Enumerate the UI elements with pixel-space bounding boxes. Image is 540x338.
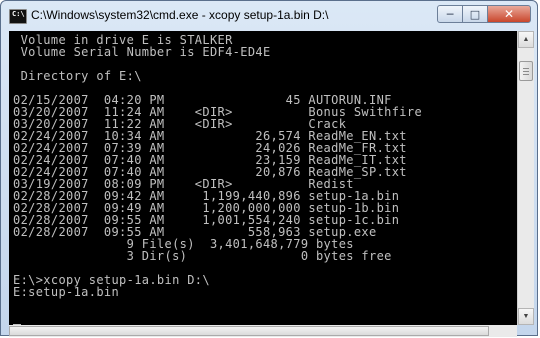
horizontal-scroll-thumb[interactable] — [9, 326, 489, 336]
scroll-down-button[interactable]: ▼ — [518, 308, 534, 325]
cmd-window: C:\ C:\Windows\system32\cmd.exe - xcopy … — [0, 0, 538, 337]
close-button[interactable]: ✕ — [487, 5, 531, 23]
console-text: Volume in drive E is STALKER Volume Seri… — [9, 31, 517, 298]
minimize-icon: ─ — [446, 7, 454, 21]
scroll-up-button[interactable]: ▲ — [518, 31, 534, 48]
title-bar[interactable]: C:\ C:\Windows\system32\cmd.exe - xcopy … — [1, 1, 537, 31]
horizontal-scrollbar[interactable] — [9, 325, 517, 337]
cmd-app-icon-text: C:\ — [12, 10, 25, 18]
close-icon: ✕ — [503, 7, 515, 21]
console-line: Directory of E:\ — [13, 69, 142, 83]
maximize-icon: □ — [469, 7, 481, 21]
vertical-scrollbar[interactable]: ▲ ▼ — [517, 31, 534, 325]
console-line: E:setup-1a.bin — [13, 285, 120, 299]
scroll-thumb[interactable] — [519, 61, 533, 81]
console-output[interactable]: Volume in drive E is STALKER Volume Seri… — [9, 31, 517, 325]
maximize-button[interactable]: □ — [462, 5, 488, 23]
scroll-down-arrow-icon: ▼ — [522, 313, 530, 320]
cmd-app-icon[interactable]: C:\ — [9, 9, 27, 24]
window-title: C:\Windows\system32\cmd.exe - xcopy setu… — [31, 8, 329, 22]
minimize-button[interactable]: ─ — [437, 5, 463, 23]
console-line: 3 Dir(s) 0 bytes free — [13, 249, 392, 263]
console-line: Volume Serial Number is EDF4-ED4E — [13, 45, 271, 59]
scroll-up-arrow-icon: ▲ — [522, 36, 530, 43]
